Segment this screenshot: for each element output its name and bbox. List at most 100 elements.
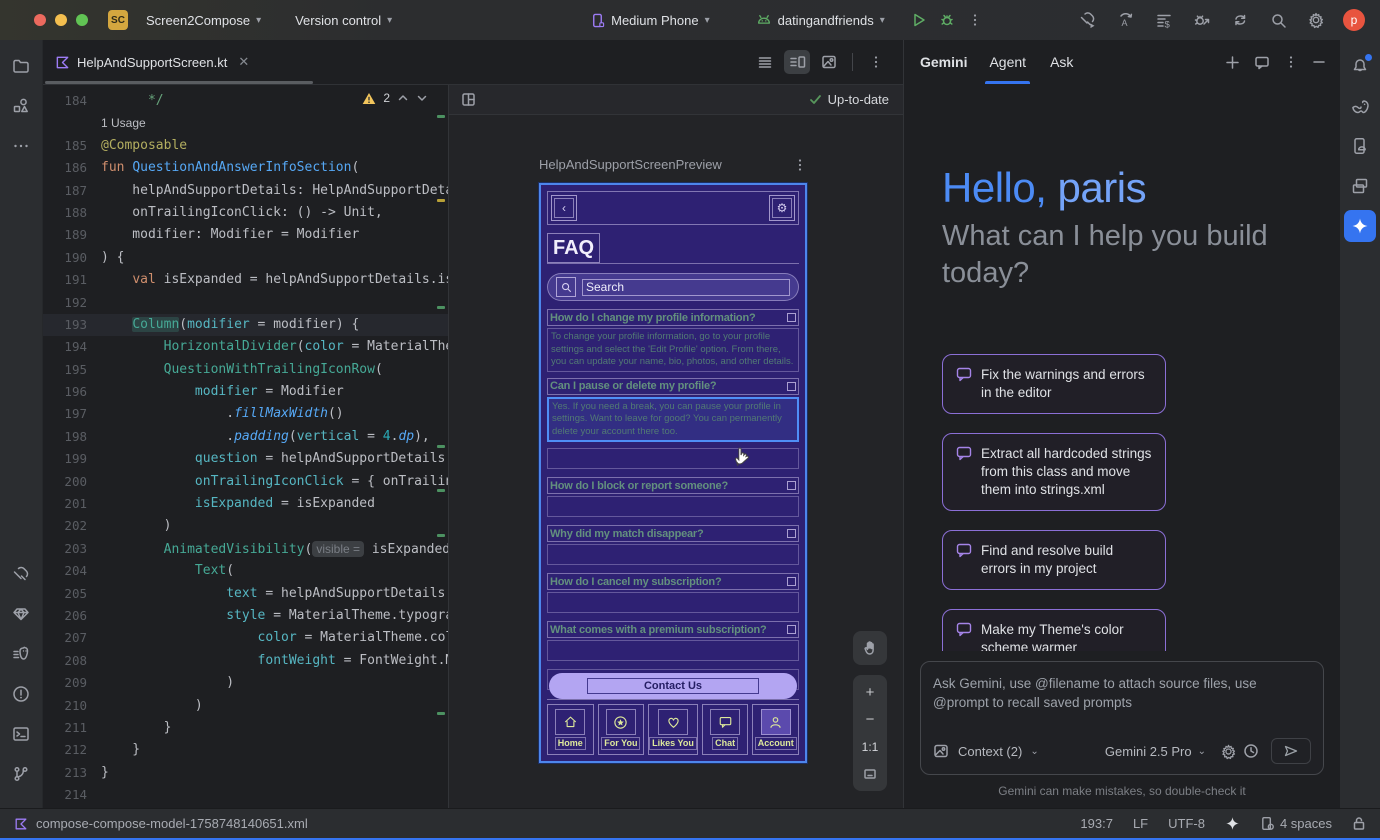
- code-line[interactable]: 188 onTrailingIconClick: () -> Unit,: [43, 202, 448, 224]
- faq-search-bar[interactable]: Search: [547, 273, 799, 301]
- code-line[interactable]: 198 .padding(vertical = 4.dp),: [43, 426, 448, 448]
- tab-scrollbar[interactable]: [45, 81, 313, 84]
- code-line[interactable]: 202 ): [43, 515, 448, 537]
- code-line[interactable]: 215/**: [43, 807, 448, 809]
- faq-expand-icon[interactable]: [787, 625, 796, 634]
- prev-warning-icon[interactable]: [397, 92, 409, 104]
- faq-question-row[interactable]: What comes with a premium subscription?: [547, 621, 799, 638]
- project-selector[interactable]: Screen2Compose ▾: [136, 6, 271, 34]
- indent-widget[interactable]: 4 spaces: [1260, 816, 1332, 831]
- status-file-path[interactable]: compose-compose-model-1758748140651.xml: [36, 816, 308, 831]
- code-line[interactable]: 192: [43, 292, 448, 314]
- code-line[interactable]: 195 QuestionWithTrailingIconRow(: [43, 359, 448, 381]
- search-everywhere-icon[interactable]: [1264, 6, 1292, 34]
- close-tab-icon[interactable]: ✕: [238, 54, 249, 70]
- code-line[interactable]: 193 Column(modifier = modifier) {: [43, 314, 448, 336]
- suggestion-card[interactable]: Make my Theme's color scheme warmer: [942, 609, 1166, 651]
- resource-manager-icon[interactable]: [5, 90, 37, 122]
- file-encoding[interactable]: UTF-8: [1168, 816, 1205, 831]
- faq-expand-icon[interactable]: [787, 529, 796, 538]
- ai-transform-icon[interactable]: A: [1112, 6, 1140, 34]
- code-line[interactable]: 185@Composable: [43, 135, 448, 157]
- prompt-history-icon[interactable]: [1243, 743, 1259, 759]
- run-button[interactable]: [905, 6, 933, 34]
- preview-canvas[interactable]: HelpAndSupportScreenPreview ‹ ⚙ FAQ: [449, 115, 903, 808]
- more-options-icon[interactable]: [1284, 55, 1298, 69]
- nav-item-chat[interactable]: Chat: [702, 704, 749, 755]
- code-line[interactable]: 204 Text(: [43, 560, 448, 582]
- faq-question-row[interactable]: How do I change my profile information?: [547, 309, 799, 326]
- settings-button[interactable]: ⚙: [769, 195, 795, 221]
- inspection-widget[interactable]: 2: [362, 91, 428, 105]
- gradle-icon[interactable]: [1344, 90, 1376, 122]
- tab-helpandsupportscreen[interactable]: HelpAndSupportScreen.kt ✕: [43, 40, 261, 84]
- faq-question-row[interactable]: Why did my match disappear?: [547, 525, 799, 542]
- nav-item-account[interactable]: Account: [752, 704, 799, 755]
- debug-button[interactable]: [933, 6, 961, 34]
- version-control-icon[interactable]: [5, 758, 37, 790]
- more-run-options-button[interactable]: [961, 6, 989, 34]
- code-line[interactable]: 211 }: [43, 717, 448, 739]
- faq-expand-icon[interactable]: [787, 481, 796, 490]
- running-devices-icon[interactable]: [1344, 130, 1376, 162]
- tab-ask[interactable]: Ask: [1050, 40, 1073, 84]
- code-line[interactable]: 197 .fillMaxWidth(): [43, 403, 448, 425]
- faq-question-row[interactable]: Can I pause or delete my profile?: [547, 378, 799, 395]
- settings-icon[interactable]: [1302, 6, 1330, 34]
- build-run-icon[interactable]: [1074, 6, 1102, 34]
- device-explorer-icon[interactable]: [1344, 170, 1376, 202]
- code-line[interactable]: 196 modifier = Modifier: [43, 381, 448, 403]
- app-quality-insights-icon[interactable]: [5, 598, 37, 630]
- zoom-in-button[interactable]: +: [853, 679, 887, 706]
- back-button[interactable]: ‹: [551, 195, 577, 221]
- code-line[interactable]: 201 isExpanded = isExpanded: [43, 493, 448, 515]
- code-line[interactable]: 213}: [43, 762, 448, 784]
- build-tool-icon[interactable]: [5, 558, 37, 590]
- code-line[interactable]: 208 fontWeight = FontWeight.Medium: [43, 650, 448, 672]
- attach-debugger-icon[interactable]: [1188, 6, 1216, 34]
- tab-agent[interactable]: Agent: [989, 40, 1026, 84]
- code-line[interactable]: 186fun QuestionAndAnswerInfoSection(: [43, 157, 448, 179]
- faq-expand-icon[interactable]: [787, 313, 796, 322]
- attach-image-icon[interactable]: [933, 743, 950, 759]
- code-line[interactable]: 207 color = MaterialTheme.colorScheme: [43, 627, 448, 649]
- faq-expand-icon[interactable]: [787, 577, 796, 586]
- profiler-icon[interactable]: $: [1150, 6, 1178, 34]
- preview-phone-frame[interactable]: ‹ ⚙ FAQ Search: [539, 183, 807, 763]
- suggestion-card[interactable]: Find and resolve build errors in my proj…: [942, 530, 1166, 590]
- next-warning-icon[interactable]: [416, 92, 428, 104]
- code-line[interactable]: 191 val isExpanded = helpAndSupportDetai…: [43, 269, 448, 291]
- code-line[interactable]: 190) {: [43, 247, 448, 269]
- send-button[interactable]: [1271, 738, 1311, 764]
- project-tool-icon[interactable]: [5, 50, 37, 82]
- code-line[interactable]: 214: [43, 784, 448, 806]
- gemini-input-box[interactable]: Ask Gemini, use @filename to attach sour…: [920, 661, 1324, 775]
- caret-position[interactable]: 193:7: [1080, 816, 1113, 831]
- faq-question-row[interactable]: How do I block or report someone?: [547, 477, 799, 494]
- close-window-button[interactable]: [34, 14, 46, 26]
- code-line[interactable]: 187 helpAndSupportDetails: HelpAndSuppor…: [43, 180, 448, 202]
- pan-tool-button[interactable]: [853, 631, 887, 665]
- chat-history-icon[interactable]: [1254, 55, 1270, 70]
- gemini-settings-icon[interactable]: [1220, 743, 1237, 760]
- faq-question-row[interactable]: How do I cancel my subscription?: [547, 573, 799, 590]
- design-view-toggle[interactable]: [816, 50, 842, 74]
- logcat-icon[interactable]: [5, 638, 37, 670]
- code-line[interactable]: 199 question = helpAndSupportDetails.que…: [43, 448, 448, 470]
- code-line[interactable]: 205 text = helpAndSupportDetails.answer: [43, 583, 448, 605]
- preview-layout-icon[interactable]: [461, 92, 477, 108]
- nav-item-for-you[interactable]: For You: [598, 704, 645, 755]
- code-line[interactable]: 200 onTrailingIconClick = { onTrailingIc…: [43, 471, 448, 493]
- zoom-out-button[interactable]: −: [853, 706, 887, 733]
- editor-options-icon[interactable]: [863, 50, 889, 74]
- overview-ruler[interactable]: [434, 85, 448, 808]
- new-chat-icon[interactable]: [1225, 55, 1240, 70]
- user-avatar[interactable]: p: [1340, 6, 1368, 34]
- gemini-tool-icon[interactable]: [1344, 210, 1376, 242]
- code-line[interactable]: 189 modifier: Modifier = Modifier: [43, 224, 448, 246]
- code-line[interactable]: 209 ): [43, 672, 448, 694]
- code-line[interactable]: 203 AnimatedVisibility(visible = isExpan…: [43, 538, 448, 560]
- minimize-window-button[interactable]: [55, 14, 67, 26]
- device-selector[interactable]: Medium Phone ▾: [580, 6, 719, 34]
- contact-us-button[interactable]: Contact Us: [549, 673, 797, 699]
